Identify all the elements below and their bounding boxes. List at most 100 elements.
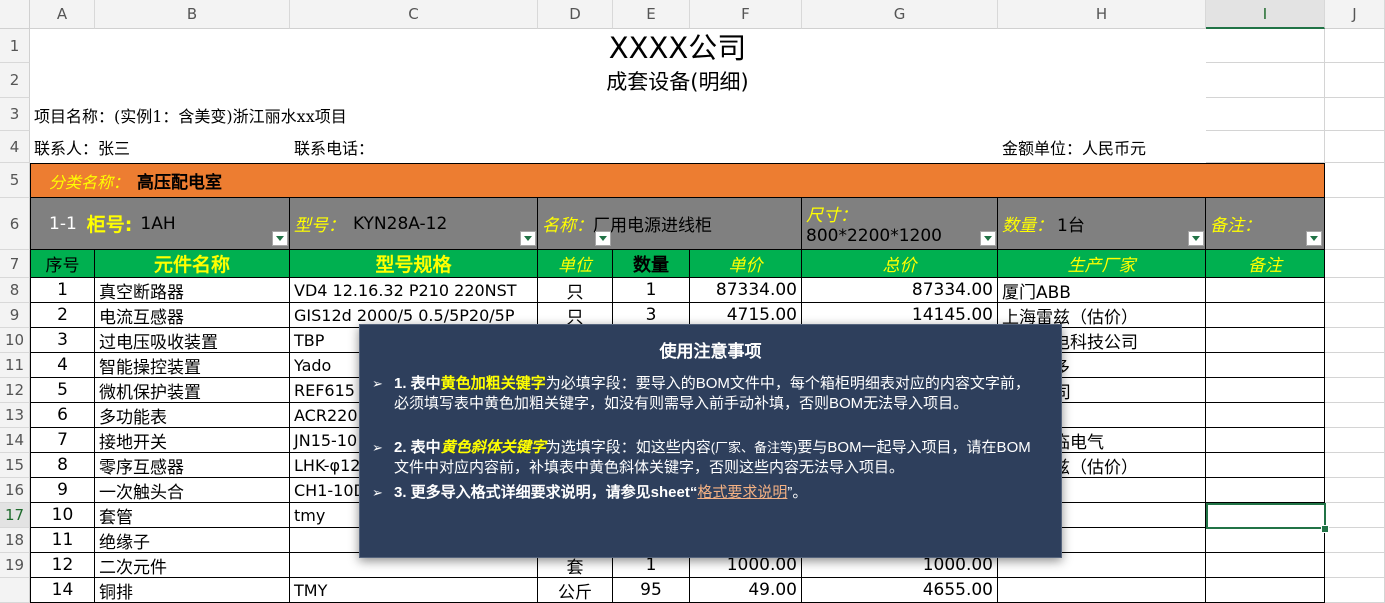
cell-i2[interactable] xyxy=(1206,63,1325,98)
row-header-5[interactable]: 5 xyxy=(0,163,30,198)
table-cell[interactable]: 零序互感器 xyxy=(95,453,290,478)
cell-i4[interactable] xyxy=(1206,131,1325,163)
name-cell[interactable]: 名称： 厂用电源进线柜 xyxy=(538,198,802,250)
table-header-9[interactable]: 备注 xyxy=(1206,250,1325,278)
row-header-16[interactable]: 16 xyxy=(0,478,30,503)
table-cell[interactable]: 7 xyxy=(30,428,95,453)
table-cell[interactable]: 过电压吸收装置 xyxy=(95,328,290,353)
cell-j1[interactable] xyxy=(1325,29,1385,63)
table-cell[interactable]: 智能操控装置 xyxy=(95,353,290,378)
cell-j6[interactable] xyxy=(1325,198,1385,250)
cell-j15[interactable] xyxy=(1325,453,1385,478)
cell-j5[interactable] xyxy=(1325,163,1385,198)
cell-j4[interactable] xyxy=(1325,131,1385,163)
row-header-20[interactable] xyxy=(0,578,30,603)
cell-i3[interactable] xyxy=(1206,98,1325,131)
table-header-4[interactable]: 单位 xyxy=(538,250,613,278)
column-header-d[interactable]: D xyxy=(538,0,613,29)
column-header-a[interactable]: A xyxy=(30,0,95,29)
column-header-f[interactable]: F xyxy=(690,0,802,29)
table-header-2[interactable]: 元件名称 xyxy=(95,250,290,278)
active-cell-selection[interactable] xyxy=(1206,503,1326,529)
table-cell[interactable]: 4655.00 xyxy=(802,578,998,603)
row-header-3[interactable]: 3 xyxy=(0,98,30,131)
filter-dropdown-icon[interactable] xyxy=(1306,231,1322,246)
table-cell[interactable]: 绝缘子 xyxy=(95,528,290,553)
table-cell[interactable]: 套管 xyxy=(95,503,290,528)
table-cell[interactable]: 1 xyxy=(30,278,95,303)
format-requirements-link[interactable]: 格式要求说明 xyxy=(697,484,787,501)
table-cell[interactable]: 4 xyxy=(30,353,95,378)
table-cell[interactable] xyxy=(1206,528,1325,553)
table-cell[interactable] xyxy=(1206,378,1325,403)
column-header-h[interactable]: H xyxy=(998,0,1206,29)
row-header-15[interactable]: 15 xyxy=(0,453,30,478)
table-cell[interactable] xyxy=(1206,278,1325,303)
sheet-subtitle[interactable]: 成套设备(明细) xyxy=(30,63,1325,98)
table-cell[interactable]: 12 xyxy=(30,553,95,578)
cell-j11[interactable] xyxy=(1325,353,1385,378)
column-header-j[interactable]: J xyxy=(1325,0,1385,29)
cell-j20[interactable] xyxy=(1325,578,1385,603)
project-name-cell[interactable]: 项目名称：(实例1：含美变)浙江丽水xx项目 xyxy=(30,98,690,131)
row-header-4[interactable]: 4 xyxy=(0,131,30,163)
qty-cell[interactable]: 数量： 1台 xyxy=(998,198,1206,250)
cell-i1[interactable] xyxy=(1206,29,1325,63)
table-cell[interactable]: TMY xyxy=(290,578,538,603)
table-cell[interactable]: 6 xyxy=(30,403,95,428)
table-cell[interactable] xyxy=(998,578,1206,603)
cabinet-no-cell[interactable]: 1-1 柜号: 1AH xyxy=(30,198,290,250)
table-cell[interactable]: 厦门ABB xyxy=(998,278,1206,303)
table-header-8[interactable]: 生产厂家 xyxy=(998,250,1206,278)
cell-j7[interactable] xyxy=(1325,250,1385,278)
size-cell[interactable]: 尺寸： 800*2200*1200 xyxy=(802,198,998,250)
cell-j17[interactable] xyxy=(1325,503,1385,528)
table-cell[interactable] xyxy=(1206,328,1325,353)
table-header-7[interactable]: 总价 xyxy=(802,250,998,278)
select-all-corner[interactable] xyxy=(0,0,30,29)
row-header-17[interactable]: 17 xyxy=(0,503,30,528)
table-cell[interactable]: 铜排 xyxy=(95,578,290,603)
table-header-5[interactable]: 数量 xyxy=(613,250,690,278)
row-header-14[interactable]: 14 xyxy=(0,428,30,453)
cell-j2[interactable] xyxy=(1325,63,1385,98)
table-cell[interactable] xyxy=(1206,553,1325,578)
category-row[interactable]: 分类名称： 高压配电室 xyxy=(30,163,1325,198)
table-cell[interactable]: 真空断路器 xyxy=(95,278,290,303)
row-header-19[interactable]: 19 xyxy=(0,553,30,578)
row-header-18[interactable]: 18 xyxy=(0,528,30,553)
sheet-title[interactable]: XXXX公司 xyxy=(30,29,1325,63)
row-header-6[interactable]: 6 xyxy=(0,198,30,250)
cell-j16[interactable] xyxy=(1325,478,1385,503)
table-cell[interactable] xyxy=(1206,453,1325,478)
table-cell[interactable] xyxy=(1206,578,1325,603)
row-header-11[interactable]: 11 xyxy=(0,353,30,378)
table-cell[interactable]: 87334.00 xyxy=(690,278,802,303)
table-cell[interactable]: 2 xyxy=(30,303,95,328)
table-cell[interactable] xyxy=(1206,428,1325,453)
row-header-7[interactable]: 7 xyxy=(0,250,30,278)
row-header-1[interactable]: 1 xyxy=(0,29,30,63)
table-cell[interactable]: VD4 12.16.32 P210 220NST xyxy=(290,278,538,303)
table-cell[interactable]: 5 xyxy=(30,378,95,403)
table-cell[interactable] xyxy=(1206,478,1325,503)
cell-j12[interactable] xyxy=(1325,378,1385,403)
table-cell[interactable]: 多功能表 xyxy=(95,403,290,428)
table-cell[interactable]: 10 xyxy=(30,503,95,528)
table-cell[interactable]: 微机保护装置 xyxy=(95,378,290,403)
row-header-10[interactable]: 10 xyxy=(0,328,30,353)
table-cell[interactable]: 1 xyxy=(613,278,690,303)
row-header-8[interactable]: 8 xyxy=(0,278,30,303)
filter-dropdown-icon[interactable] xyxy=(272,231,288,246)
cell-j18[interactable] xyxy=(1325,528,1385,553)
column-header-g[interactable]: G xyxy=(802,0,998,29)
table-cell[interactable]: 二次元件 xyxy=(95,553,290,578)
cell-j13[interactable] xyxy=(1325,403,1385,428)
table-cell[interactable]: 3 xyxy=(30,328,95,353)
table-cell[interactable]: 接地开关 xyxy=(95,428,290,453)
row-header-12[interactable]: 12 xyxy=(0,378,30,403)
filter-dropdown-icon[interactable] xyxy=(520,231,536,246)
model-cell[interactable]: 型号： KYN28A-12 xyxy=(290,198,538,250)
table-cell[interactable]: 只 xyxy=(538,278,613,303)
table-cell[interactable]: 87334.00 xyxy=(802,278,998,303)
